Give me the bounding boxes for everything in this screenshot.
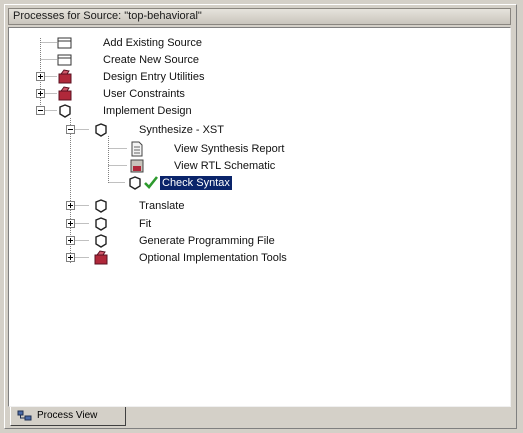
- tree-item-view-synthesis-report[interactable]: View Synthesis Report: [172, 142, 286, 156]
- process-cycle-icon: [95, 199, 107, 213]
- report-icon: [131, 141, 143, 157]
- collapse-synthesize[interactable]: [66, 125, 75, 134]
- tree-item-create-new-source[interactable]: Create New Source: [101, 53, 201, 67]
- process-view-icon: [17, 410, 32, 421]
- panel-title: Processes for Source: "top-behavioral": [8, 8, 511, 25]
- tools-icon: [58, 86, 72, 101]
- process-cycle-icon: [59, 104, 71, 118]
- expand-design-entry-utilities[interactable]: [36, 72, 45, 81]
- expand-generate-programming-file[interactable]: [66, 236, 75, 245]
- tab-label: Process View: [37, 410, 98, 421]
- collapse-implement-design[interactable]: [36, 106, 45, 115]
- tab-strip: Process View: [8, 407, 511, 427]
- tools-icon: [58, 69, 72, 84]
- tree-item-add-existing-source[interactable]: Add Existing Source: [101, 36, 204, 50]
- tree-item-user-constraints[interactable]: User Constraints: [101, 87, 187, 101]
- tree-item-design-entry-utilities[interactable]: Design Entry Utilities: [101, 70, 206, 84]
- tree-item-generate-programming-file[interactable]: Generate Programming File: [137, 234, 277, 248]
- expand-fit[interactable]: [66, 219, 75, 228]
- process-cycle-icon: [129, 176, 141, 190]
- tree-item-check-syntax[interactable]: Check Syntax: [159, 175, 233, 191]
- document-icon: [57, 37, 72, 49]
- processes-panel: Processes for Source: "top-behavioral" A…: [4, 4, 517, 429]
- tree-item-fit[interactable]: Fit: [137, 217, 153, 231]
- green-check-icon: [144, 176, 159, 189]
- tree-item-implement-design[interactable]: Implement Design: [101, 104, 194, 118]
- tree-item-synthesize[interactable]: Synthesize - XST: [137, 123, 226, 137]
- schematic-icon: [130, 159, 144, 173]
- process-cycle-icon: [95, 234, 107, 248]
- expand-translate[interactable]: [66, 201, 75, 210]
- document-icon: [57, 54, 72, 66]
- process-cycle-icon: [95, 217, 107, 231]
- tab-process-view[interactable]: Process View: [10, 407, 126, 426]
- tools-icon: [94, 250, 108, 265]
- process-cycle-icon: [95, 123, 107, 137]
- expand-user-constraints[interactable]: [36, 89, 45, 98]
- tree-item-optional-implementation-tools[interactable]: Optional Implementation Tools: [137, 251, 289, 265]
- tree-connector-lines: [40, 38, 127, 264]
- tree-item-view-rtl-schematic[interactable]: View RTL Schematic: [172, 159, 277, 173]
- expand-optional-implementation-tools[interactable]: [66, 253, 75, 262]
- process-tree[interactable]: Add Existing Source Create New Source De…: [8, 27, 511, 407]
- tree-item-translate[interactable]: Translate: [137, 199, 186, 213]
